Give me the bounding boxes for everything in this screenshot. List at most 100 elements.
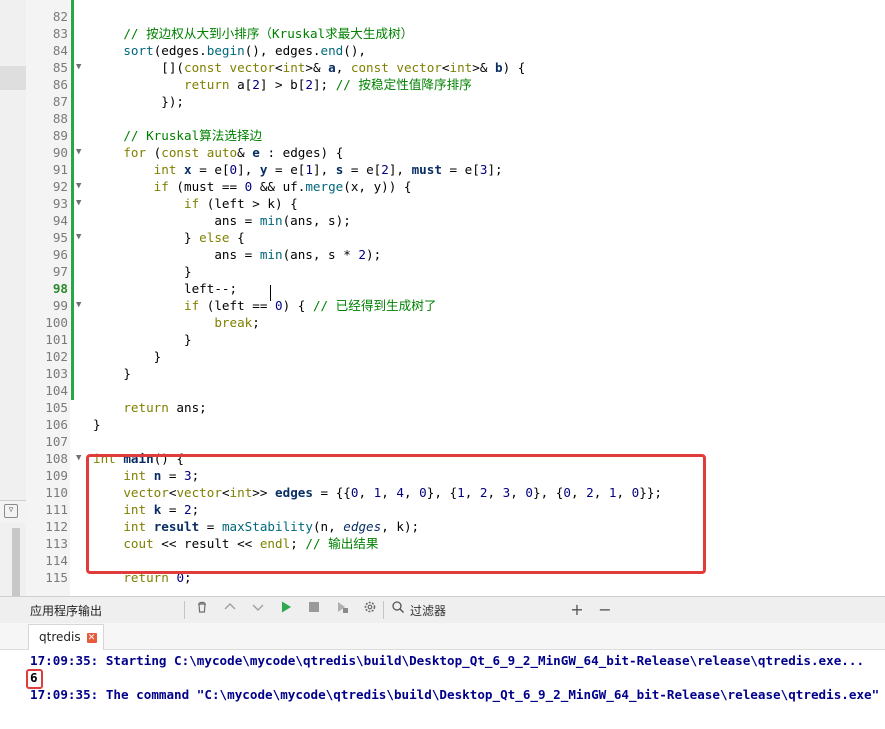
code-text: int x = e[0], y = e[1], s = e[2], must =… [153,162,503,177]
code-text: break; [214,315,260,330]
code-line[interactable]: 96 ans = min(ans, s * 2); [26,246,885,263]
plus-icon[interactable]: + [567,600,587,620]
code-text: } [93,417,101,432]
code-text: } [93,264,192,279]
close-icon[interactable]: ✕ [86,632,97,643]
code-line[interactable]: 83 // 按边权从大到小排序（Kruskal求最大生成树） [26,25,885,42]
code-line[interactable]: 85 ▼ [](const vector<int>& a, const vecto… [26,59,885,76]
code-line[interactable]: 97 } [26,263,885,280]
minus-icon[interactable]: − [595,600,615,620]
line-number: 92 [52,179,68,194]
play-icon[interactable] [276,600,296,620]
code-text: if (left == 0) { // 已经得到生成树了 [184,298,437,313]
code-line[interactable]: 89 // Kruskal算法选择边 [26,127,885,144]
code-line[interactable]: 105 return ans; [26,399,885,416]
code-text: // 按边权从大到小排序（Kruskal求最大生成树） [123,26,414,41]
code-line[interactable]: 94 ans = min(ans, s); [26,212,885,229]
fold-arrow-icon[interactable]: ▼ [76,144,81,161]
code-line[interactable]: 106} [26,416,885,433]
line-number: 109 [45,468,68,483]
toolbar-separator [383,601,384,619]
arrow-up-icon[interactable] [220,600,240,620]
line-number: 107 [45,434,68,449]
arrow-down-icon[interactable] [248,600,268,620]
code-line[interactable]: 88 [26,110,885,127]
search-icon [388,600,408,620]
stop-icon[interactable] [304,600,324,620]
code-line[interactable]: 86 return a[2] > b[2]; // 按稳定性值降序排序 [26,76,885,93]
code-line[interactable]: 102 } [26,348,885,365]
toolbar-separator [184,601,185,619]
line-number: 108 [45,451,68,466]
output-pane-header: 应用程序输出 过滤器 + − [0,596,885,624]
code-text: } [93,349,162,364]
line-number: 86 [52,77,68,92]
code-text: return ans; [123,400,207,415]
tab-label: qtredis [39,630,81,644]
fold-arrow-icon[interactable]: ▼ [76,59,81,76]
line-number: 101 [45,332,68,347]
line-number: 111 [45,502,68,517]
fold-arrow-icon[interactable]: ▼ [76,297,81,314]
side-scrollbar[interactable] [12,528,20,598]
code-line[interactable]: 92 ▼ if (must == 0 && uf.merge(x, y)) { [26,178,885,195]
gear-icon[interactable] [360,600,380,620]
trash-icon[interactable] [192,600,212,620]
code-text: if (must == 0 && uf.merge(x, y)) { [153,179,412,194]
line-number: 90 [52,145,68,160]
collapse-icon[interactable]: ▿ [4,504,18,518]
code-line[interactable]: 93 ▼ if (left > k) { [26,195,885,212]
side-selected-item[interactable] [0,66,26,90]
line-number: 106 [45,417,68,432]
fold-arrow-icon[interactable]: ▼ [76,178,81,195]
code-line[interactable]: 82 [26,8,885,25]
code-line[interactable]: 103 } [26,365,885,382]
code-text: // Kruskal算法选择边 [123,128,263,143]
fold-arrow-icon[interactable]: ▼ [76,450,81,467]
line-number: 84 [52,43,68,58]
code-text: ans = min(ans, s); [93,213,351,228]
fold-arrow-icon[interactable]: ▼ [76,229,81,246]
line-number: 115 [45,570,68,585]
code-text: if (left > k) { [184,196,298,211]
line-number: 113 [45,536,68,551]
line-number: 103 [45,366,68,381]
line-number: 85 [52,60,68,75]
line-number: 112 [45,519,68,534]
attach-debug-icon[interactable] [332,600,352,620]
line-number: 83 [52,26,68,41]
code-line[interactable]: 87 }); [26,93,885,110]
line-number: 87 [52,94,68,109]
output-line-finished: 17:09:35: The command "C:\mycode\mycode\… [30,687,885,702]
code-line[interactable]: 98 left--; [26,280,885,297]
code-line[interactable]: 91 int x = e[0], y = e[1], s = e[2], mus… [26,161,885,178]
code-line[interactable]: 101 } [26,331,885,348]
code-line[interactable]: 104 [26,382,885,399]
output-pane-title: 应用程序输出 [30,604,103,618]
fold-arrow-icon[interactable]: ▼ [76,195,81,212]
tab-qtredis[interactable]: qtredis ✕ [28,624,104,650]
code-text: return a[2] > b[2]; // 按稳定性值降序排序 [184,77,472,92]
line-number: 88 [52,111,68,126]
line-number: 91 [52,162,68,177]
line-number: 98 [52,281,68,296]
line-number: 95 [52,230,68,245]
application-output[interactable]: 17:09:35: Starting C:\mycode\mycode\qtre… [0,650,885,729]
code-line[interactable]: 95 ▼ } else { [26,229,885,246]
code-line[interactable]: 90 ▼ for (const auto& e : edges) { [26,144,885,161]
code-text: left--; [93,281,238,296]
code-text: ans = min(ans, s * 2); [93,247,382,262]
line-number: 102 [45,349,68,364]
filter-input[interactable]: 过滤器 [410,602,446,619]
code-text: [](const vector<int>& a, const vector<in… [93,60,526,75]
code-text: for (const auto& e : edges) { [123,145,344,160]
line-number: 104 [45,383,68,398]
line-number: 93 [52,196,68,211]
line-number: 114 [45,553,68,568]
code-line[interactable]: 84 sort(edges.begin(), edges.end(), [26,42,885,59]
code-line[interactable]: 100 break; [26,314,885,331]
main-function-highlight-box [86,454,706,574]
code-line[interactable]: 99 ▼ if (left == 0) { // 已经得到生成树了 [26,297,885,314]
code-line[interactable]: 107 [26,433,885,450]
code-text: }); [93,94,184,109]
